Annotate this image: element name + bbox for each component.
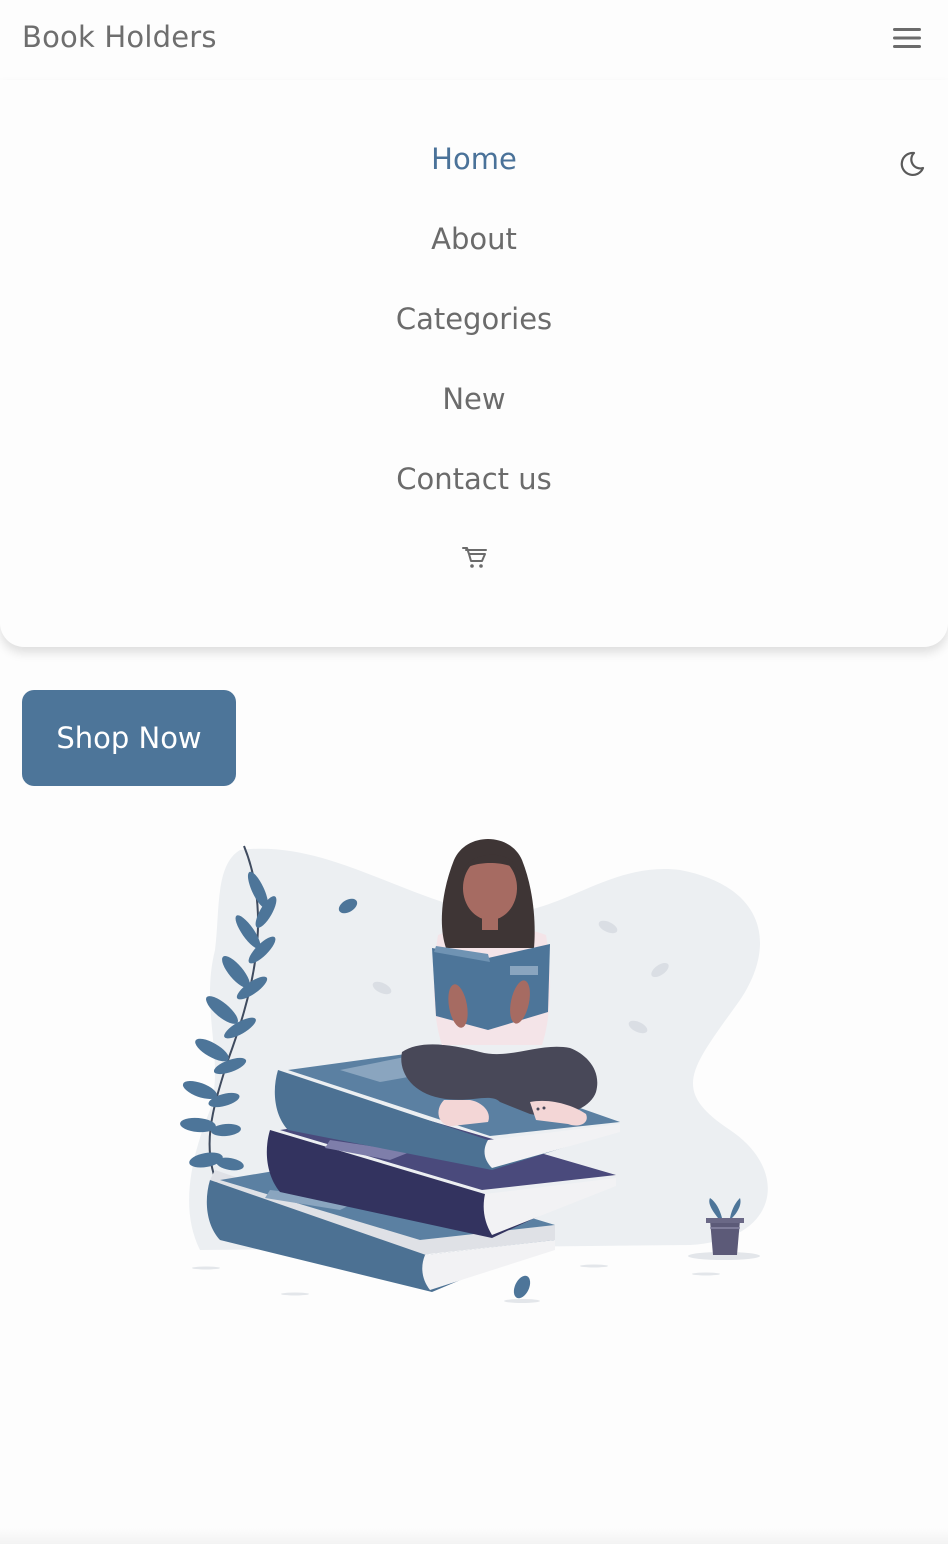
moon-icon [900, 151, 925, 177]
hamburger-menu-icon [893, 28, 921, 48]
shop-now-button[interactable]: Shop Now [22, 690, 236, 786]
theme-toggle-button[interactable] [894, 146, 930, 182]
cart-button[interactable] [460, 542, 490, 572]
nav-menu-panel: Home About Categories New Contact us [0, 80, 948, 647]
menu-toggle-button[interactable] [888, 22, 926, 54]
nav-link-new[interactable]: New [0, 379, 948, 419]
site-logo[interactable]: Book Holders [22, 20, 217, 54]
footer-edge [0, 1528, 948, 1544]
woman-reading-on-books-illustration [180, 839, 768, 1303]
nav-link-contact-us[interactable]: Contact us [0, 459, 948, 499]
nav-link-about[interactable]: About [0, 219, 948, 259]
nav-link-home[interactable]: Home [0, 139, 948, 179]
nav-link-categories[interactable]: Categories [0, 299, 948, 339]
cart-icon [462, 547, 487, 568]
site-header: Book Holders [0, 0, 948, 80]
page: Book Holders Home About Categories New C… [0, 0, 948, 1544]
